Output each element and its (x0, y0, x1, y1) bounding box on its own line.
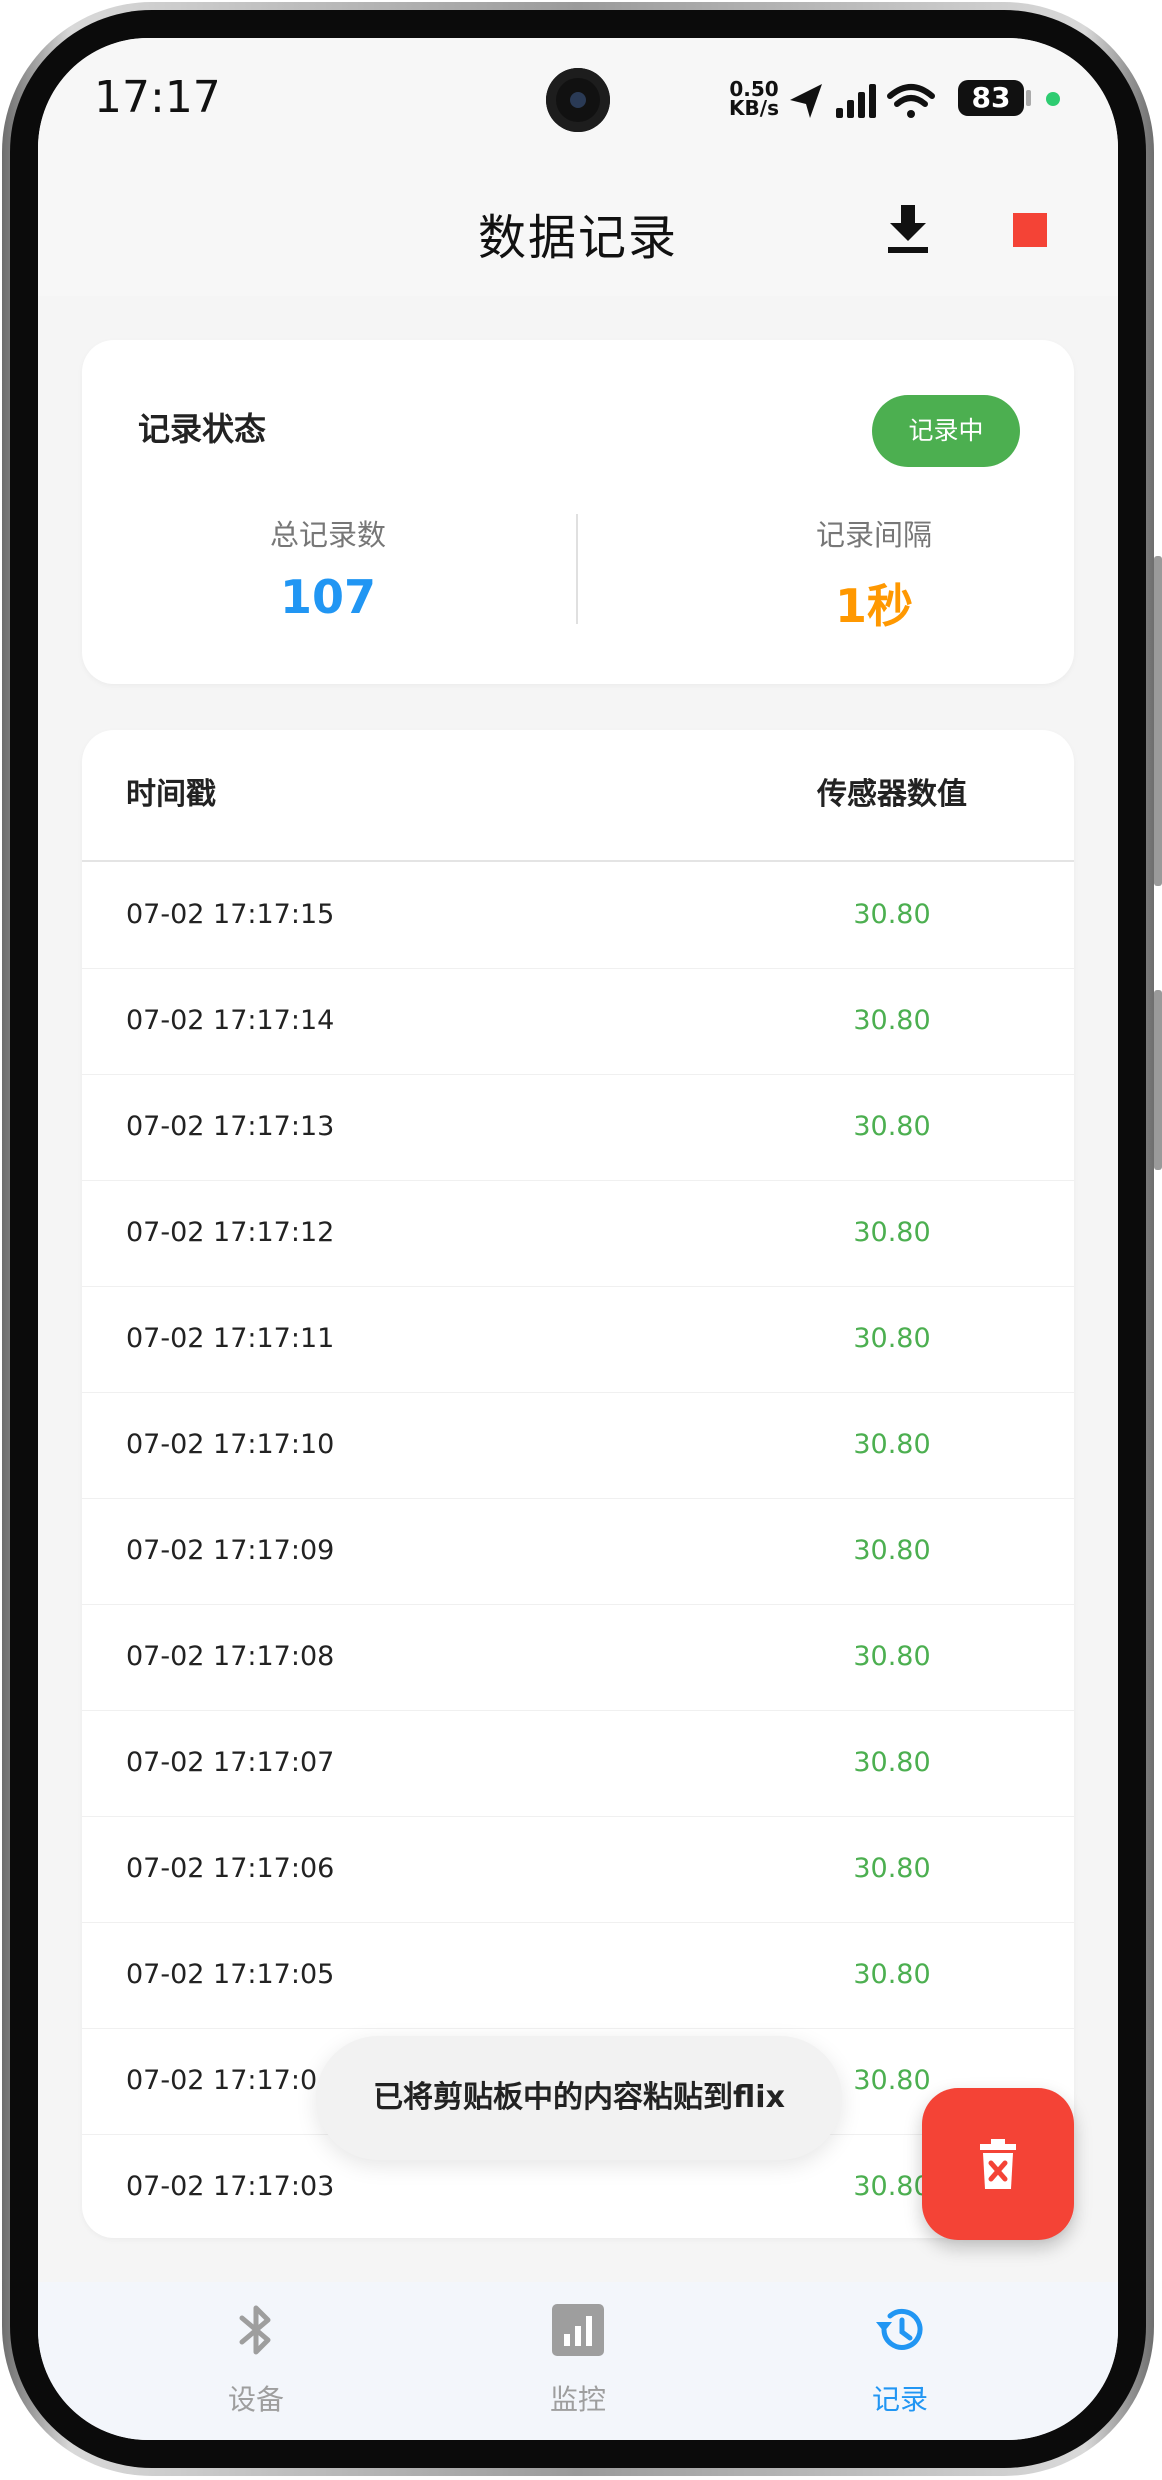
recording-status-badge: 记录中 (872, 395, 1020, 467)
download-icon (888, 205, 928, 253)
chart-icon (552, 2304, 604, 2356)
total-records-label: 总记录数 (269, 518, 386, 552)
nav-item-monitor[interactable]: 监控 (458, 2282, 698, 2440)
table-row: 07-02 17:17:06 30.80 (82, 1816, 1074, 1923)
column-header-timestamp: 时间戳 (126, 777, 216, 812)
table-row: 07-02 17:17:15 30.80 (82, 862, 1074, 969)
table-row: 07-02 17:17:10 30.80 (82, 1392, 1074, 1499)
network-speed-unit: KB/s (729, 96, 779, 120)
table-row: 07-02 17:17:05 30.80 (82, 1922, 1074, 2029)
battery-indicator: 83 (958, 80, 1024, 116)
nav-label-monitor: 监控 (549, 2383, 606, 2416)
phone-frame: 17:17 0.50 KB/s 83 数据记录 记录状态 记录中 总记录数 10… (0, 0, 1162, 2480)
status-bar: 17:17 0.50 KB/s 83 (38, 38, 1118, 168)
row-sensor-value: 30.80 (853, 1747, 931, 1778)
recording-status-card: 记录状态 记录中 总记录数 107 记录间隔 1秒 (82, 340, 1074, 684)
row-timestamp: 07-02 17:17:07 (126, 1747, 335, 1778)
row-sensor-value: 30.80 (853, 1005, 931, 1036)
nav-item-devices[interactable]: 设备 (136, 2282, 376, 2440)
total-records-value: 107 (279, 570, 377, 624)
row-timestamp: 07-02 17:17:13 (126, 1111, 335, 1142)
row-timestamp: 07-02 17:17:10 (126, 1429, 335, 1460)
row-sensor-value: 30.80 (853, 1959, 931, 1990)
row-sensor-value: 30.80 (853, 1323, 931, 1354)
table-row: 07-02 17:17:12 30.80 (82, 1180, 1074, 1287)
row-timestamp: 07-02 17:17:15 (126, 899, 335, 930)
stop-icon (1013, 213, 1047, 247)
table-row: 07-02 17:17:07 30.80 (82, 1710, 1074, 1817)
table-row: 07-02 17:17:11 30.80 (82, 1286, 1074, 1393)
row-timestamp: 07-02 17:17:05 (126, 1959, 335, 1990)
nav-label-devices: 设备 (227, 2383, 284, 2416)
front-camera (546, 68, 610, 132)
row-timestamp: 07-02 17:17:06 (126, 1853, 335, 1884)
delete-icon (980, 2139, 1016, 2189)
stop-recording-button[interactable] (998, 198, 1062, 262)
row-timestamp: 07-02 17:17:09 (126, 1535, 335, 1566)
wifi-icon (887, 84, 935, 118)
volume-button (1154, 556, 1162, 886)
export-button[interactable] (876, 198, 940, 262)
record-interval-value: 1秒 (834, 579, 913, 633)
signal-icon (836, 84, 876, 118)
clipboard-toast: 已将剪贴板中的内容粘贴到flix (316, 2036, 842, 2160)
network-speed: 0.50 KB/s (724, 79, 784, 120)
row-timestamp: 07-02 17:17:12 (126, 1217, 335, 1248)
status-card-title: 记录状态 (138, 410, 267, 448)
clear-records-button[interactable] (922, 2088, 1074, 2240)
battery-tip (1026, 90, 1031, 106)
row-timestamp: 07-02 17:17:03 (126, 2171, 335, 2202)
record-interval-label: 记录间隔 (815, 518, 932, 552)
row-timestamp: 07-02 17:17:04 (126, 2065, 335, 2096)
row-sensor-value: 30.80 (853, 1641, 931, 1672)
page-title: 数据记录 (477, 210, 678, 266)
status-time: 17:17 (94, 72, 221, 123)
power-button (1154, 990, 1162, 1170)
column-header-sensor-value: 传感器数值 (817, 777, 967, 812)
privacy-dot (1046, 92, 1060, 106)
app-screen: 17:17 0.50 KB/s 83 数据记录 记录状态 记录中 总记录数 10… (38, 38, 1118, 2440)
row-timestamp: 07-02 17:17:11 (126, 1323, 335, 1354)
records-table[interactable]: 时间戳 传感器数值 07-02 17:17:15 30.80 07-02 17:… (82, 730, 1074, 2238)
history-icon (876, 2308, 923, 2350)
nav-item-records[interactable]: 记录 (780, 2282, 1020, 2440)
row-sensor-value: 30.80 (853, 1853, 931, 1884)
row-sensor-value: 30.80 (853, 1111, 931, 1142)
table-row: 07-02 17:17:09 30.80 (82, 1498, 1074, 1605)
app-bar: 数据记录 (38, 168, 1118, 296)
bottom-navigation: 设备 监控 记录 (38, 2282, 1118, 2440)
row-sensor-value: 30.80 (853, 1217, 931, 1248)
table-row: 07-02 17:17:13 30.80 (82, 1074, 1074, 1181)
table-row: 07-02 17:17:08 30.80 (82, 1604, 1074, 1711)
row-sensor-value: 30.80 (853, 899, 931, 930)
status-icons (790, 84, 935, 118)
bluetooth-icon (239, 2305, 271, 2355)
location-arrow-icon (790, 84, 822, 118)
row-sensor-value: 30.80 (853, 1535, 931, 1566)
table-row: 07-02 17:17:14 30.80 (82, 968, 1074, 1075)
row-sensor-value: 30.80 (853, 1429, 931, 1460)
stats-divider (576, 514, 578, 624)
row-timestamp: 07-02 17:17:14 (126, 1005, 335, 1036)
nav-label-records: 记录 (871, 2383, 928, 2416)
row-timestamp: 07-02 17:17:08 (126, 1641, 335, 1672)
